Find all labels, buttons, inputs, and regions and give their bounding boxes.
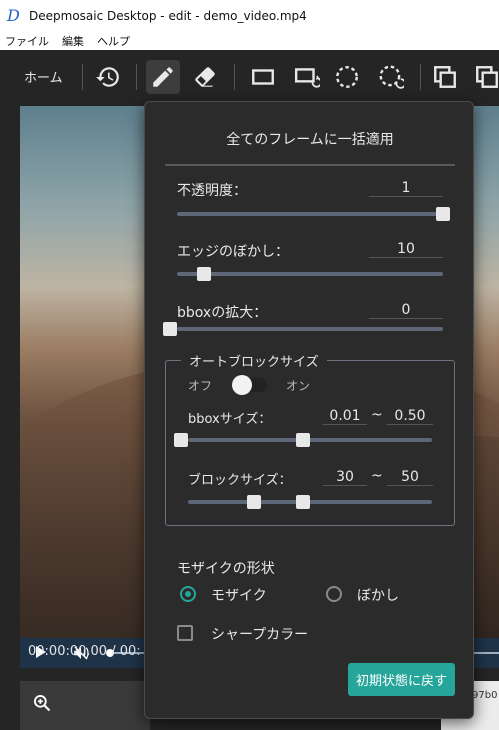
block-size-slider-track[interactable] bbox=[188, 500, 432, 504]
toggle-on-label: オン bbox=[286, 379, 311, 393]
copy-all-icon bbox=[476, 66, 498, 88]
toggle-off-label: オフ bbox=[188, 379, 213, 393]
bbox-size-max-handle[interactable] bbox=[296, 433, 310, 447]
history-icon bbox=[96, 67, 119, 87]
toolbar-divider bbox=[136, 64, 137, 90]
popup-title: 全てのフレームに一括適用 bbox=[226, 132, 394, 148]
zoom-in-icon[interactable] bbox=[32, 693, 52, 713]
bbox-size-max-input[interactable]: 0.50 bbox=[387, 408, 433, 425]
bbox-expand-input[interactable]: 0 bbox=[369, 302, 443, 319]
ellipse-button[interactable] bbox=[330, 60, 364, 94]
bbox-size-label: bboxサイズ： bbox=[188, 412, 272, 427]
title-bar: D Deepmosaic Desktop - edit - demo_video… bbox=[0, 0, 499, 32]
block-size-label: ブロックサイズ： bbox=[188, 473, 292, 488]
apply-all-frames-popup: 全てのフレームに一括適用 不透明度： 1 エッジのぼかし： 10 bboxの拡大… bbox=[144, 101, 474, 719]
pencil-button[interactable] bbox=[146, 60, 180, 94]
zoom-panel bbox=[20, 681, 150, 730]
block-size-min-input[interactable]: 30 bbox=[323, 469, 367, 486]
toolbar: ホーム bbox=[0, 50, 499, 102]
thumbnail-label: 97b0 bbox=[472, 690, 498, 701]
mosaic-radio-label[interactable]: モザイク bbox=[211, 585, 267, 605]
block-size-max-handle[interactable] bbox=[296, 495, 310, 509]
rectangle-propagate-icon bbox=[294, 68, 320, 88]
window-title: Deepmosaic Desktop - edit - demo_video.m… bbox=[29, 9, 307, 23]
app-area: ホーム 00:00:00.00 / 00: 97b0 全てのフレームに一括適用 … bbox=[0, 50, 499, 730]
bbox-size-min-handle[interactable] bbox=[174, 433, 188, 447]
copy-icon bbox=[434, 66, 456, 88]
auto-block-legend: オートブロックサイズ bbox=[181, 351, 327, 370]
timecode-clip: 00:00:00.00 / 00: bbox=[0, 644, 150, 664]
toolbar-divider bbox=[82, 64, 83, 90]
menu-file[interactable]: ファイル bbox=[5, 33, 49, 49]
block-size-min-handle[interactable] bbox=[247, 495, 262, 509]
pencil-icon bbox=[153, 67, 173, 87]
rectangle-icon bbox=[252, 69, 274, 85]
mosaic-shape-label: モザイクの形状 bbox=[177, 561, 275, 577]
home-button[interactable]: ホーム bbox=[24, 67, 63, 86]
edge-blur-slider-handle[interactable] bbox=[196, 267, 211, 281]
edge-blur-slider-track[interactable] bbox=[177, 272, 443, 276]
sharp-color-label[interactable]: シャープカラー bbox=[211, 624, 308, 644]
bbox-size-slider-track[interactable] bbox=[188, 438, 432, 442]
bbox-range-separator: ~ bbox=[371, 407, 383, 423]
rectangle-button[interactable] bbox=[246, 60, 280, 94]
history-button[interactable] bbox=[91, 60, 125, 94]
opacity-label: 不透明度： bbox=[177, 183, 247, 199]
popup-divider bbox=[165, 164, 455, 166]
edge-blur-input[interactable]: 10 bbox=[369, 241, 443, 258]
toolbar-divider bbox=[234, 64, 235, 90]
blur-radio-label[interactable]: ぼかし bbox=[357, 585, 399, 605]
bbox-size-min-input[interactable]: 0.01 bbox=[323, 408, 367, 425]
reset-button[interactable]: 初期状態に戻す bbox=[348, 663, 455, 696]
menu-help[interactable]: ヘルプ bbox=[97, 33, 130, 49]
ellipse-icon bbox=[336, 66, 358, 88]
ellipse-propagate-button[interactable] bbox=[374, 60, 408, 94]
copy-button[interactable] bbox=[428, 60, 462, 94]
edge-blur-label: エッジのぼかし： bbox=[177, 244, 289, 260]
menu-bar: ファイル 編集 ヘルプ bbox=[0, 32, 499, 50]
sharp-color-checkbox[interactable] bbox=[177, 625, 193, 641]
toolbar-divider bbox=[420, 64, 421, 90]
opacity-slider-handle[interactable] bbox=[436, 207, 450, 221]
mosaic-radio[interactable] bbox=[180, 586, 196, 602]
bbox-expand-slider-handle[interactable] bbox=[163, 322, 177, 336]
block-range-separator: ~ bbox=[371, 468, 383, 484]
bbox-expand-slider-track[interactable] bbox=[177, 327, 443, 331]
eraser-icon bbox=[195, 67, 215, 87]
rectangle-propagate-button[interactable] bbox=[290, 60, 324, 94]
menu-edit[interactable]: 編集 bbox=[62, 33, 84, 49]
blur-radio[interactable] bbox=[326, 586, 342, 602]
ellipse-propagate-icon bbox=[379, 65, 404, 89]
radio-selected-dot bbox=[185, 591, 191, 597]
eraser-button[interactable] bbox=[188, 60, 222, 94]
copy-all-button[interactable] bbox=[470, 60, 499, 94]
opacity-input[interactable]: 1 bbox=[369, 180, 443, 197]
timecode: 00:00:00.00 / 00: bbox=[28, 644, 141, 659]
opacity-slider-track[interactable] bbox=[177, 212, 443, 216]
app-logo-icon: D bbox=[7, 6, 20, 25]
auto-block-toggle-thumb[interactable] bbox=[232, 375, 252, 395]
block-size-max-input[interactable]: 50 bbox=[387, 469, 433, 486]
bbox-expand-label: bboxの拡大： bbox=[177, 305, 268, 321]
